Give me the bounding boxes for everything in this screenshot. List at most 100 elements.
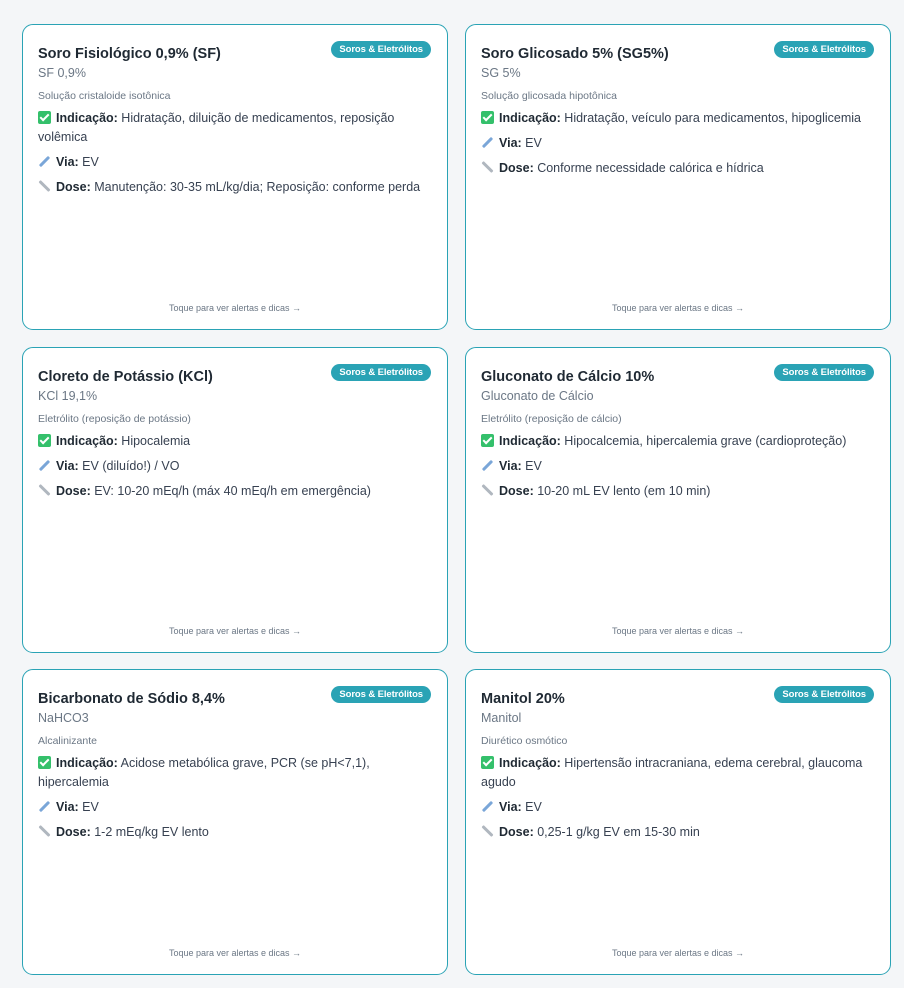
dose-row: Dose: 1-2 mEq/kg EV lento [38,823,432,842]
dose-row: Dose: Manutenção: 30-35 mL/kg/dia; Repos… [38,178,432,197]
drug-card[interactable]: Soros & Eletrólitos Soro Fisiológico 0,9… [22,24,448,330]
category-badge: Soros & Eletrólitos [774,41,874,58]
route-row: Via: EV [481,798,875,817]
drug-class: Eletrólito (reposição de potássio) [38,413,191,425]
check-icon [481,434,494,447]
card-footer-hint: Toque para ver alertas e dicas → [168,303,302,313]
dose-row: Dose: Conforme necessidade calórica e hí… [481,159,875,178]
route-text: EV (diluído!) / VO [78,459,180,473]
check-icon [481,756,494,769]
drug-subtitle: NaHCO3 [38,711,89,725]
drug-card[interactable]: Soros & Eletrólitos Gluconato de Cálcio … [465,347,891,653]
dose-text: Manutenção: 30-35 mL/kg/dia; Reposição: … [90,180,421,194]
indication-label: Indicação: [56,434,118,448]
dose-row: Dose: EV: 10-20 mEq/h (máx 40 mEq/h em e… [38,482,432,501]
drug-card[interactable]: Soros & Eletrólitos Bicarbonato de Sódio… [22,669,448,975]
indication-label: Indicação: [499,111,561,125]
ruler-icon [481,484,494,497]
route-label: Via: [499,136,522,150]
indication-row: Indicação: Hipocalcemia, hipercalemia gr… [481,432,875,451]
route-row: Via: EV [481,134,875,153]
syringe-icon [481,136,494,149]
syringe-icon [38,155,51,168]
drug-class: Diurético osmótico [481,735,568,747]
ruler-icon [481,825,494,838]
dose-label: Dose: [56,484,91,498]
dose-label: Dose: [499,484,534,498]
dose-row: Dose: 10-20 mL EV lento (em 10 min) [481,482,875,501]
dose-text: EV: 10-20 mEq/h (máx 40 mEq/h em emergên… [90,484,371,498]
dose-label: Dose: [499,825,534,839]
dose-text: Conforme necessidade calórica e hídrica [533,161,764,175]
route-label: Via: [56,155,79,169]
syringe-icon [38,800,51,813]
indication-text: Hipocalcemia, hipercalemia grave (cardio… [560,434,847,448]
dose-label: Dose: [499,161,534,175]
drug-subtitle: KCl 19,1% [38,389,98,403]
category-badge: Soros & Eletrólitos [774,364,874,381]
drug-class: Eletrólito (reposição de cálcio) [481,413,622,425]
category-badge: Soros & Eletrólitos [774,686,874,703]
drug-class: Alcalinizante [38,735,97,747]
indication-label: Indicação: [499,756,561,770]
indication-label: Indicação: [499,434,561,448]
category-badge: Soros & Eletrólitos [331,364,431,381]
indication-label: Indicação: [56,111,118,125]
indication-row: Indicação: Acidose metabólica grave, PCR… [38,754,432,792]
card-footer-hint: Toque para ver alertas e dicas → [168,948,302,958]
drug-card-grid: Soros & Eletrólitos Soro Fisiológico 0,9… [0,0,904,988]
card-footer-hint: Toque para ver alertas e dicas → [611,626,745,636]
indication-row: Indicação: Hidratação, diluição de medic… [38,109,432,147]
route-row: Via: EV [481,457,875,476]
card-footer-hint: Toque para ver alertas e dicas → [611,948,745,958]
indication-row: Indicação: Hidratação, veículo para medi… [481,109,875,128]
indication-row: Indicação: Hipertensão intracraniana, ed… [481,754,875,792]
route-label: Via: [56,459,79,473]
drug-subtitle: Gluconato de Cálcio [481,389,594,403]
check-icon [38,111,51,124]
route-label: Via: [56,800,79,814]
check-icon [38,756,51,769]
route-row: Via: EV [38,153,432,172]
category-badge: Soros & Eletrólitos [331,41,431,58]
route-row: Via: EV (diluído!) / VO [38,457,432,476]
route-text: EV [78,155,99,169]
ruler-icon [481,161,494,174]
check-icon [481,111,494,124]
route-label: Via: [499,800,522,814]
indication-text: Hipocalemia [117,434,191,448]
drug-card[interactable]: Soros & Eletrólitos Soro Glicosado 5% (S… [465,24,891,330]
ruler-icon [38,825,51,838]
drug-card[interactable]: Soros & Eletrólitos Manitol 20% Manitol … [465,669,891,975]
syringe-icon [481,800,494,813]
check-icon [38,434,51,447]
route-text: EV [521,459,542,473]
route-text: EV [521,136,542,150]
syringe-icon [38,459,51,472]
dose-text: 10-20 mL EV lento (em 10 min) [533,484,711,498]
dose-label: Dose: [56,180,91,194]
route-text: EV [521,800,542,814]
route-label: Via: [499,459,522,473]
indication-text: Hidratação, veículo para medicamentos, h… [560,111,861,125]
indication-label: Indicação: [56,756,118,770]
ruler-icon [38,484,51,497]
drug-card[interactable]: Soros & Eletrólitos Cloreto de Potássio … [22,347,448,653]
drug-subtitle: SG 5% [481,66,521,80]
dose-text: 0,25-1 g/kg EV em 15-30 min [533,825,700,839]
drug-class: Solução cristaloide isotônica [38,90,171,102]
indication-row: Indicação: Hipocalemia [38,432,432,451]
ruler-icon [38,180,51,193]
category-badge: Soros & Eletrólitos [331,686,431,703]
drug-subtitle: Manitol [481,711,522,725]
route-text: EV [78,800,99,814]
dose-label: Dose: [56,825,91,839]
card-footer-hint: Toque para ver alertas e dicas → [611,303,745,313]
dose-row: Dose: 0,25-1 g/kg EV em 15-30 min [481,823,875,842]
drug-class: Solução glicosada hipotônica [481,90,618,102]
route-row: Via: EV [38,798,432,817]
dose-text: 1-2 mEq/kg EV lento [90,825,209,839]
drug-subtitle: SF 0,9% [38,66,86,80]
card-footer-hint: Toque para ver alertas e dicas → [168,626,302,636]
syringe-icon [481,459,494,472]
